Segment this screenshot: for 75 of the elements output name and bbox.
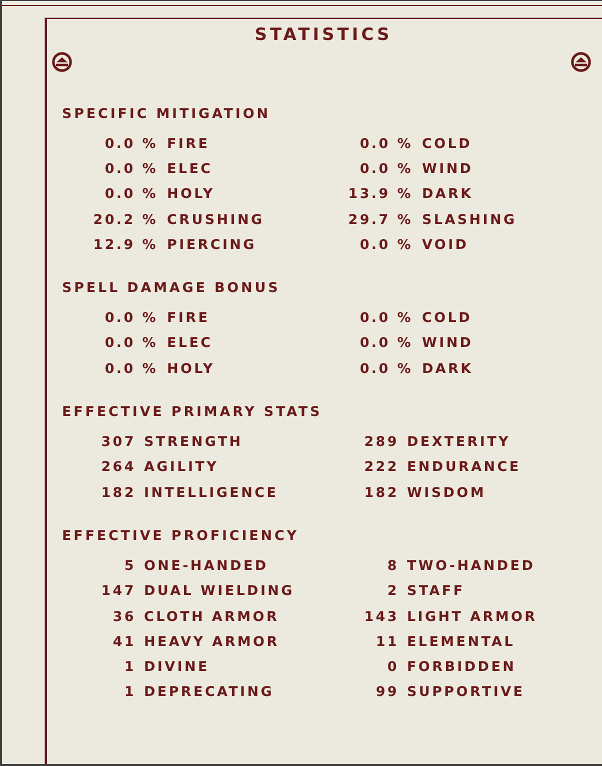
stat-value: 0.0 %	[104, 136, 158, 152]
stat-label: FORBIDDEN	[407, 659, 516, 676]
stat-value: 5	[123, 558, 136, 574]
stat-label: HOLY	[167, 186, 215, 202]
stat-label: SLASHING	[422, 212, 517, 228]
stat-value: 0.0 %	[358, 136, 413, 152]
stat-label: DEXTERITY	[407, 434, 510, 450]
stat-value: 0.0 %	[104, 160, 158, 177]
panel-title: STATISTICS	[254, 25, 392, 45]
section-heading: SPECIFIC MITIGATION	[62, 105, 270, 124]
stat-value: 1	[123, 684, 136, 700]
section-heading: EFFECTIVE PRIMARY STATS	[62, 403, 322, 422]
stat-label: SUPPORTIVE	[407, 684, 525, 700]
stat-label: FIRE	[167, 310, 210, 326]
stat-value: 182	[363, 484, 399, 501]
stat-value: 2	[386, 583, 399, 600]
stat-label: WIND	[422, 335, 474, 352]
stat-label: ELEC	[167, 335, 213, 352]
stat-label: WISDOM	[407, 484, 486, 501]
stat-value: 29.7 %	[347, 212, 413, 228]
stat-label: VOID	[422, 236, 469, 253]
stat-label: DUAL WIELDING	[144, 583, 294, 600]
stat-label: DARK	[422, 360, 474, 377]
stat-value: 1	[123, 659, 136, 676]
stat-value: 12.9 %	[92, 236, 158, 253]
stat-value: 147	[100, 583, 136, 600]
stat-value: 11	[374, 634, 399, 650]
stat-value: 289	[363, 434, 399, 450]
stat-label: INTELLIGENCE	[144, 484, 278, 501]
section-heading: EFFECTIVE PROFICIENCY	[62, 527, 299, 546]
stat-value: 0	[386, 659, 399, 676]
stat-value: 0.0 %	[104, 360, 158, 377]
stat-label: ENDURANCE	[407, 459, 521, 476]
stat-value: 143	[363, 608, 399, 624]
stat-label: LIGHT ARMOR	[407, 608, 538, 624]
stat-label: STAFF	[407, 583, 465, 600]
stat-value: 20.2 %	[92, 212, 158, 228]
stat-value: 0.0 %	[104, 335, 158, 352]
stat-value: 41	[112, 634, 136, 650]
stat-value: 0.0 %	[358, 335, 413, 352]
stat-value: 0.0 %	[104, 310, 158, 326]
stat-label: DARK	[422, 186, 474, 202]
stat-value: 99	[374, 684, 399, 700]
stat-label: COLD	[422, 310, 472, 326]
stat-value: 307	[100, 434, 136, 450]
stat-label: FIRE	[167, 136, 210, 152]
stat-label: AGILITY	[144, 459, 219, 476]
section-heading: SPELL DAMAGE BONUS	[62, 279, 280, 298]
stat-label: HEAVY ARMOR	[144, 634, 280, 650]
stat-value: 0.0 %	[358, 360, 413, 377]
stat-label: ONE-HANDED	[144, 558, 268, 574]
stat-value: 8	[386, 558, 399, 574]
eject-icon[interactable]	[52, 52, 72, 72]
stat-label: PIERCING	[167, 236, 256, 253]
stat-label: HOLY	[167, 360, 215, 377]
stat-label: TWO-HANDED	[407, 558, 536, 574]
stat-label: ELEMENTAL	[407, 634, 516, 650]
stat-value: 0.0 %	[358, 160, 413, 177]
stat-label: CRUSHING	[167, 212, 264, 228]
stat-value: 0.0 %	[358, 310, 413, 326]
stat-value: 36	[112, 608, 136, 624]
stat-value: 264	[100, 459, 136, 476]
stat-value: 13.9 %	[347, 186, 413, 202]
stat-label: ELEC	[167, 160, 213, 177]
stat-label: CLOTH ARMOR	[144, 608, 280, 624]
stat-label: COLD	[422, 136, 472, 152]
stat-label: DEPRECATING	[144, 684, 274, 700]
eject-icon[interactable]	[571, 52, 591, 72]
stat-label: DIVINE	[144, 659, 210, 676]
stat-value: 0.0 %	[358, 236, 413, 253]
stat-label: WIND	[422, 160, 474, 177]
stat-value: 182	[100, 484, 136, 501]
stat-value: 222	[363, 459, 399, 476]
stat-label: STRENGTH	[144, 434, 243, 450]
stat-value: 0.0 %	[104, 186, 158, 202]
